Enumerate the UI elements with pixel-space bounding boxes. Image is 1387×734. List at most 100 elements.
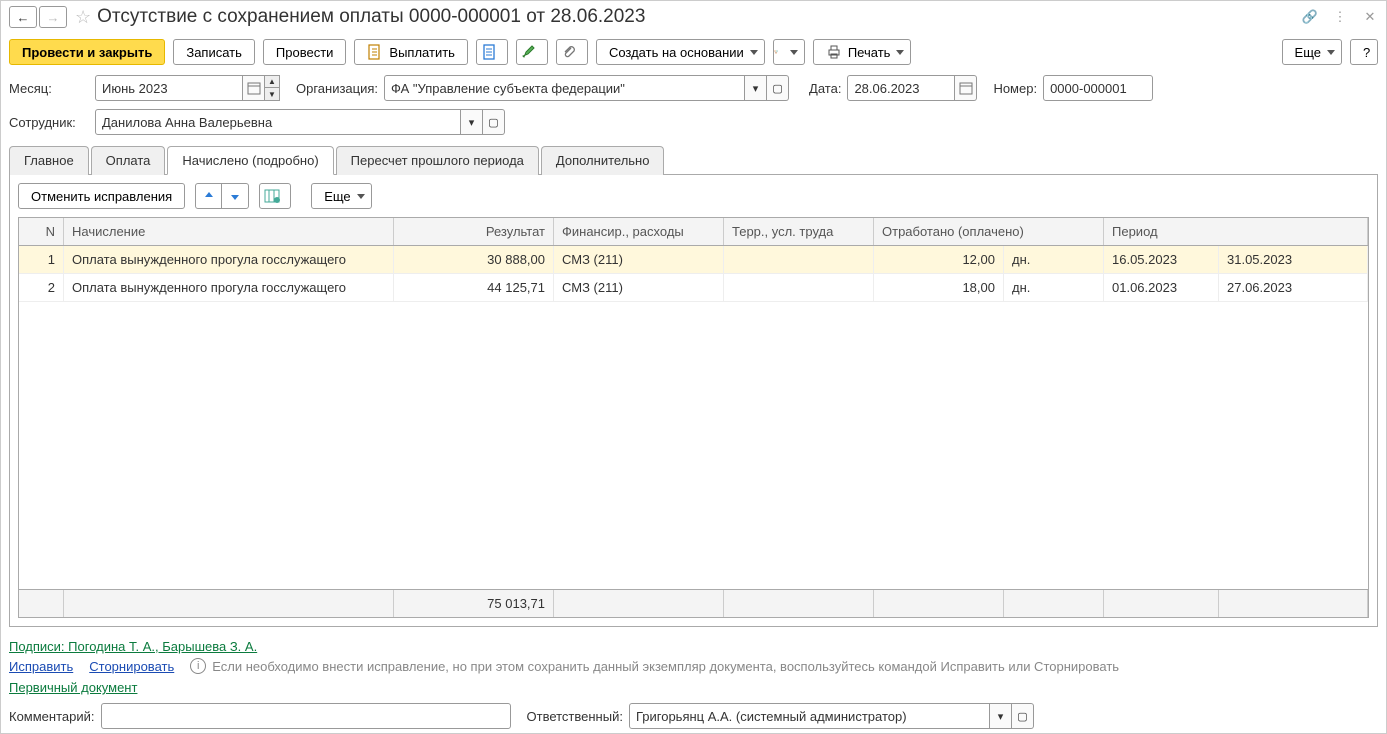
signatures-link[interactable]: Подписи: Погодина Т. А., Барышева З. А. (9, 639, 257, 654)
calendar-icon (958, 80, 974, 96)
nav-back-button[interactable]: ← (9, 6, 37, 28)
favorite-star-icon[interactable]: ☆ (75, 7, 91, 28)
link-icon[interactable]: 🔗 (1302, 9, 1318, 25)
date-input-group: 28.06.2023 (847, 75, 977, 101)
cell-period-to: 27.06.2023 (1219, 274, 1368, 301)
month-spinner[interactable]: ▲▼ (265, 75, 280, 101)
cell-terr (724, 246, 874, 273)
close-icon[interactable]: ✕ (1362, 9, 1378, 25)
date-input[interactable]: 28.06.2023 (847, 75, 955, 101)
col-territory[interactable]: Терр., усл. труда (724, 218, 874, 245)
tab-recalc[interactable]: Пересчет прошлого периода (336, 146, 539, 175)
col-financing[interactable]: Финансир., расходы (554, 218, 724, 245)
number-input[interactable]: 0000-000001 (1043, 75, 1153, 101)
document-icon (481, 44, 497, 60)
footer-terr (724, 590, 874, 617)
employee-label: Сотрудник: (9, 115, 89, 130)
date-calendar-icon[interactable] (955, 75, 977, 101)
cell-period-from: 01.06.2023 (1104, 274, 1219, 301)
structure-icon-button[interactable] (773, 39, 805, 65)
window-title: Отсутствие с сохранением оплаты 0000-000… (97, 6, 1302, 28)
grid-header: N Начисление Результат Финансир., расход… (19, 218, 1368, 246)
cell-period-to: 31.05.2023 (1219, 246, 1368, 273)
kebab-menu-icon[interactable]: ⋮ (1332, 9, 1348, 25)
form-row-1: Месяц: Июнь 2023 ▲▼ Организация: ФА "Упр… (1, 71, 1386, 105)
table-row[interactable]: 1 Оплата вынужденного прогула госслужаще… (19, 246, 1368, 274)
cell-n: 2 (19, 274, 64, 301)
move-up-button[interactable] (196, 184, 222, 208)
help-button[interactable]: ? (1350, 39, 1378, 65)
footer-unit (1004, 590, 1104, 617)
move-down-button[interactable] (222, 184, 248, 208)
arrow-up-icon (203, 190, 215, 202)
month-calendar-icon[interactable] (243, 75, 265, 101)
post-and-close-button[interactable]: Провести и закрыть (9, 39, 165, 65)
employee-open-icon[interactable]: ▢ (483, 109, 505, 135)
tab-payment[interactable]: Оплата (91, 146, 166, 175)
print-button[interactable]: Печать (813, 39, 912, 65)
footer-p1 (1104, 590, 1219, 617)
titlebar: ← → ☆ Отсутствие с сохранением оплаты 00… (1, 1, 1386, 33)
grid-more-button[interactable]: Еще (311, 183, 371, 209)
info-text: Если необходимо внести исправление, но п… (212, 659, 1119, 674)
cell-result: 44 125,71 (394, 274, 554, 301)
cell-unit: дн. (1004, 246, 1104, 273)
org-open-icon[interactable]: ▢ (767, 75, 789, 101)
table-columns-icon (264, 188, 280, 204)
form-row-2: Сотрудник: Данилова Анна Валерьевна ▾ ▢ (1, 105, 1386, 139)
tab-accrued-detail[interactable]: Начислено (подробно) (167, 146, 333, 175)
pay-label: Выплатить (389, 45, 455, 60)
col-period[interactable]: Период (1104, 218, 1368, 245)
tab-main[interactable]: Главное (9, 146, 89, 175)
more-button[interactable]: Еще (1282, 39, 1342, 65)
comment-input[interactable] (101, 703, 511, 729)
cell-fin: СМЗ (211) (554, 274, 724, 301)
document-icon-button[interactable] (476, 39, 508, 65)
table-settings-button[interactable] (259, 183, 291, 209)
cancel-corrections-button[interactable]: Отменить исправления (18, 183, 185, 209)
employee-input[interactable]: Данилова Анна Валерьевна (95, 109, 461, 135)
footer-n (19, 590, 64, 617)
attachment-icon-button[interactable] (556, 39, 588, 65)
responsible-input-group: Григорьянц А.А. (системный администратор… (629, 703, 1034, 729)
accrual-grid: N Начисление Результат Финансир., расход… (18, 217, 1369, 618)
cell-otr: 12,00 (874, 246, 1004, 273)
post-button[interactable]: Провести (263, 39, 347, 65)
nav-forward-button[interactable]: → (39, 6, 67, 28)
date-label: Дата: (809, 81, 841, 96)
cell-otr: 18,00 (874, 274, 1004, 301)
move-arrows (195, 183, 249, 209)
print-label: Печать (848, 45, 891, 60)
save-button[interactable]: Записать (173, 39, 255, 65)
col-result[interactable]: Результат (394, 218, 554, 245)
cell-name: Оплата вынужденного прогула госслужащего (64, 274, 394, 301)
create-based-on-button[interactable]: Создать на основании (596, 39, 765, 65)
cell-name: Оплата вынужденного прогула госслужащего (64, 246, 394, 273)
grid-body: 1 Оплата вынужденного прогула госслужаще… (19, 246, 1368, 589)
grid-footer: 75 013,71 (19, 589, 1368, 617)
number-input-group: 0000-000001 (1043, 75, 1153, 101)
tab-additional[interactable]: Дополнительно (541, 146, 665, 175)
table-row[interactable]: 2 Оплата вынужденного прогула госслужаще… (19, 274, 1368, 302)
pay-button[interactable]: Выплатить (354, 39, 468, 65)
grid-toolbar: Отменить исправления Еще (18, 183, 1369, 209)
employee-dropdown-icon[interactable]: ▾ (461, 109, 483, 135)
responsible-dropdown-icon[interactable]: ▾ (990, 703, 1012, 729)
footer-p2 (1219, 590, 1368, 617)
col-n[interactable]: N (19, 218, 64, 245)
fix-link[interactable]: Исправить (9, 659, 73, 674)
cell-fin: СМЗ (211) (554, 246, 724, 273)
col-worked[interactable]: Отработано (оплачено) (874, 218, 1104, 245)
month-input[interactable]: Июнь 2023 (95, 75, 243, 101)
footer-otr (874, 590, 1004, 617)
org-dropdown-icon[interactable]: ▾ (745, 75, 767, 101)
responsible-input[interactable]: Григорьянц А.А. (системный администратор… (629, 703, 990, 729)
org-input[interactable]: ФА "Управление субъекта федерации" (384, 75, 745, 101)
responsible-open-icon[interactable]: ▢ (1012, 703, 1034, 729)
footer-total: 75 013,71 (394, 590, 554, 617)
responsible-label: Ответственный: (527, 709, 623, 724)
primary-document-link[interactable]: Первичный документ (9, 680, 137, 695)
marker-icon-button[interactable] (516, 39, 548, 65)
storno-link[interactable]: Сторнировать (89, 659, 174, 674)
col-name[interactable]: Начисление (64, 218, 394, 245)
